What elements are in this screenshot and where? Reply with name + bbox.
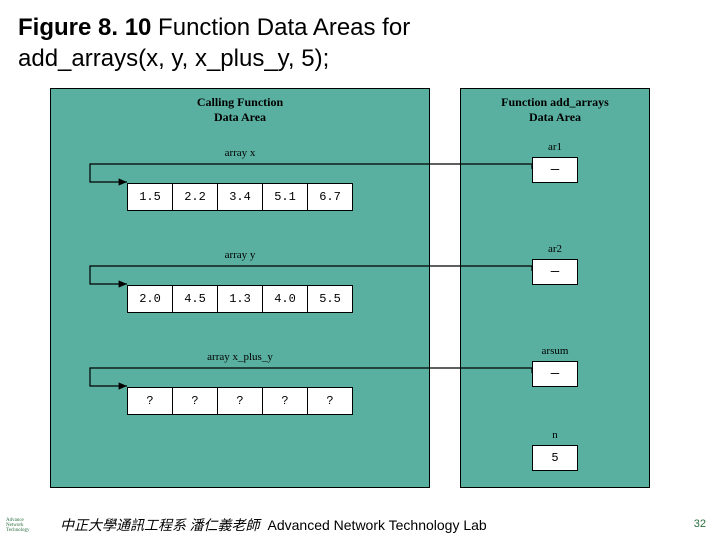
left-panel-title: Calling Function Data Area: [51, 89, 429, 127]
ar2-box: —: [532, 259, 578, 285]
footer: Advance Network Technology 中正大學通訊工程系 潘仁義…: [0, 510, 720, 540]
arsum-label: arsum: [461, 345, 649, 357]
right-title-l2: Data Area: [529, 110, 581, 124]
cell: 5.5: [307, 285, 353, 313]
diagram-container: Calling Function Data Area array x 1.5 2…: [30, 88, 690, 498]
array-x-label: array x: [51, 147, 429, 159]
array-xpy-label: array x_plus_y: [51, 351, 429, 363]
cell: 5.1: [262, 183, 308, 211]
ar1-box: —: [532, 157, 578, 183]
cell: ?: [127, 387, 173, 415]
cell: ?: [172, 387, 218, 415]
footer-lab: Advanced Network Technology Lab: [268, 517, 487, 533]
cell: 1.3: [217, 285, 263, 313]
cell: 6.7: [307, 183, 353, 211]
array-xpy-row: ? ? ? ? ?: [127, 387, 353, 415]
left-title-l2: Data Area: [214, 110, 266, 124]
ar1-label: ar1: [461, 141, 649, 153]
dash-icon: —: [551, 162, 559, 178]
caption-line2: add_arrays(x, y, x_plus_y, 5);: [18, 45, 329, 72]
n-box: 5: [532, 445, 578, 471]
array-y-row: 2.0 4.5 1.3 4.0 5.5: [127, 285, 353, 313]
right-title-l1: Function add_arrays: [501, 95, 609, 109]
calling-function-panel: Calling Function Data Area array x 1.5 2…: [50, 88, 430, 488]
cell: 3.4: [217, 183, 263, 211]
page-number: 32: [694, 518, 706, 530]
logo-l3: Technology: [6, 528, 52, 533]
left-title-l1: Calling Function: [197, 95, 283, 109]
footer-cn: 中正大學通訊工程系 潘仁義老師: [60, 515, 260, 535]
cell: 4.0: [262, 285, 308, 313]
dash-icon: —: [551, 264, 559, 280]
cell: ?: [262, 387, 308, 415]
cell: ?: [307, 387, 353, 415]
caption-line1: Function Data Areas for: [151, 14, 410, 41]
ar2-label: ar2: [461, 243, 649, 255]
figure-label: Figure 8. 10: [18, 14, 151, 41]
cell: 4.5: [172, 285, 218, 313]
dash-icon: —: [551, 366, 559, 382]
slide-title: Figure 8. 10 Function Data Areas for add…: [0, 0, 720, 80]
cell: ?: [217, 387, 263, 415]
array-y-label: array y: [51, 249, 429, 261]
n-label: n: [461, 429, 649, 441]
add-arrays-panel: Function add_arrays Data Area ar1 — ar2 …: [460, 88, 650, 488]
lab-logo: Advance Network Technology: [6, 511, 52, 539]
cell: 1.5: [127, 183, 173, 211]
arsum-box: —: [532, 361, 578, 387]
right-panel-title: Function add_arrays Data Area: [461, 89, 649, 127]
cell: 2.2: [172, 183, 218, 211]
array-x-row: 1.5 2.2 3.4 5.1 6.7: [127, 183, 353, 211]
cell: 2.0: [127, 285, 173, 313]
